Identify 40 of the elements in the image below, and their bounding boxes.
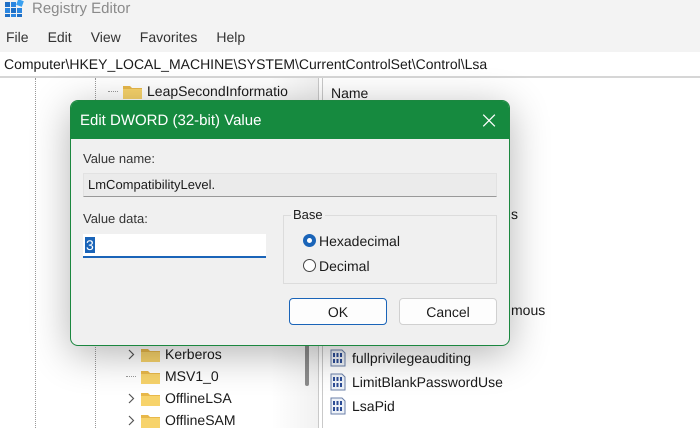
binary-value-icon — [329, 397, 347, 415]
group-label: Base — [291, 207, 325, 222]
menu-item[interactable]: Favorites — [140, 29, 198, 45]
window-title: Registry Editor — [32, 0, 130, 18]
tree-item[interactable]: MSV1_0 — [165, 368, 219, 384]
value-data-field[interactable]: 3 — [83, 234, 266, 258]
radio-button[interactable] — [303, 259, 316, 272]
tree-item[interactable]: OfflineSAM — [165, 412, 236, 428]
radio-label[interactable]: Decimal — [319, 258, 370, 274]
value-name[interactable]: LimitBlankPasswordUse — [352, 374, 503, 390]
value-name-field[interactable]: LmCompatibilityLevel. — [83, 173, 497, 197]
folder-icon — [141, 368, 160, 384]
tree-item[interactable]: Kerberos — [165, 346, 222, 362]
folder-icon — [141, 346, 160, 362]
value-name[interactable]: fullprivilegeauditing — [352, 350, 472, 366]
radio-label[interactable]: Hexadecimal — [319, 232, 400, 248]
value-name[interactable]: LsaPid — [352, 398, 395, 414]
tree-item[interactable]: OfflineLSA — [165, 390, 232, 406]
chevron-right-icon[interactable] — [128, 392, 134, 404]
chevron-right-icon[interactable] — [128, 348, 134, 360]
chevron-right-icon[interactable] — [128, 414, 134, 426]
folder-icon — [123, 84, 142, 98]
menu-item[interactable]: Help — [216, 29, 246, 45]
ok-button[interactable]: OK — [289, 298, 387, 325]
menu-item[interactable]: View — [90, 29, 121, 45]
dialog-title: Edit DWORD (32-bit) Value — [80, 112, 262, 128]
cancel-button[interactable]: Cancel — [399, 298, 497, 325]
radio-button[interactable] — [303, 234, 316, 247]
close-button[interactable]: × — [469, 101, 509, 139]
binary-value-icon — [329, 349, 347, 367]
binary-value-icon — [329, 373, 347, 391]
folder-icon — [141, 390, 160, 406]
field-label: Value name: — [83, 151, 156, 166]
menu-item[interactable]: File — [6, 29, 29, 45]
menu-item[interactable]: Edit — [48, 29, 72, 45]
tree-item[interactable]: LeapSecondInformatio — [147, 83, 288, 99]
registry-app-icon — [4, 0, 24, 18]
folder-icon — [141, 412, 160, 428]
field-label: Value data: — [83, 211, 149, 226]
column-header[interactable]: Name — [329, 85, 368, 101]
